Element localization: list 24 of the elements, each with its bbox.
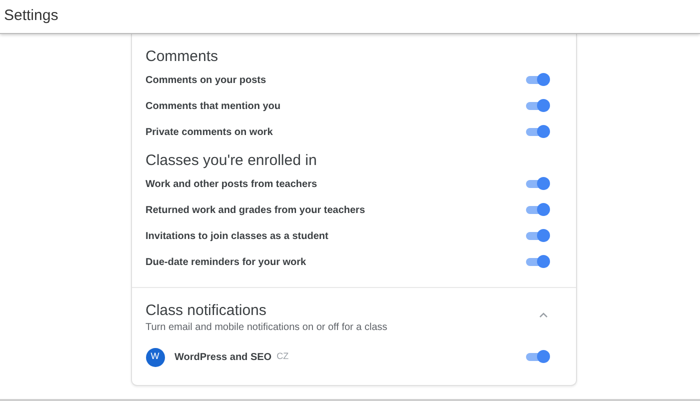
section-heading: Classes you're enrolled in [146,151,318,171]
toggle-switch[interactable] [526,255,550,269]
toggle-switch[interactable] [526,350,550,364]
section-heading: Comments [146,47,220,67]
setting-label: Work and other posts from teachers [146,178,318,192]
chevron-icon[interactable] [538,312,548,318]
setting-label: Private comments on work [146,126,273,140]
toggle-switch[interactable] [526,125,550,139]
toggle-switch[interactable] [526,229,550,243]
setting-label: Returned work and grades from your teachers [146,204,366,218]
toggle-switch[interactable] [526,203,550,217]
page-title: Settings [4,6,58,26]
toggle-switch[interactable] [526,73,550,87]
setting-label: Due-date reminders for your work [146,256,306,270]
toggle-switch[interactable] [526,177,550,191]
section-description: Turn email and mobile notifications on or off for a class [146,321,388,335]
setting-label: Comments on your posts [146,74,266,88]
class-section: CZ [276,350,289,364]
setting-label: Comments that mention you [146,100,281,114]
setting-label: Invitations to join classes as a student [146,230,328,244]
toggle-switch[interactable] [526,99,550,113]
class-avatar: W [146,348,164,366]
class-name: WordPress and SEO [174,350,272,364]
section-heading: Class notifications [146,301,266,321]
